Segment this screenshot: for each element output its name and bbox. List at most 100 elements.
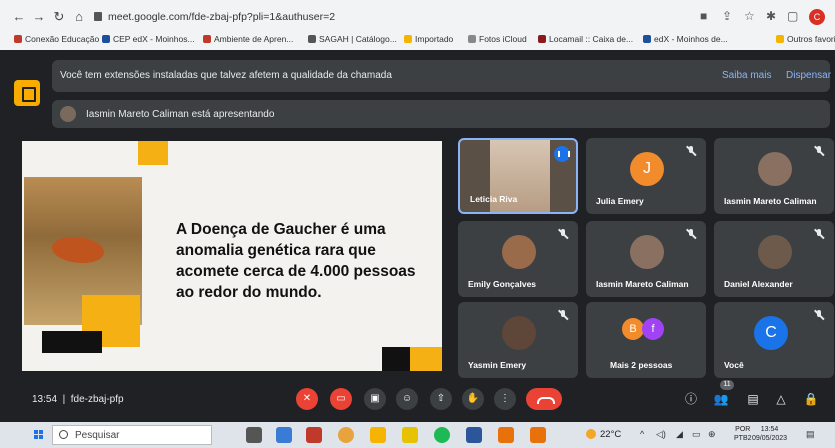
forward-icon[interactable]: → [30, 8, 48, 26]
address-bar[interactable]: meet.google.com/fde-zbaj-pfp?pli=1&authu… [94, 7, 694, 27]
avatar: J [630, 152, 664, 186]
more-options-button[interactable]: ⋮ [494, 388, 516, 410]
back-icon[interactable]: ← [10, 8, 28, 26]
tray-chevron-icon[interactable]: ^ [640, 429, 644, 439]
star-icon[interactable]: ☆ [744, 9, 755, 23]
chrome-icon[interactable] [338, 427, 354, 443]
app-icon[interactable] [498, 427, 514, 443]
weather-widget[interactable]: 22°C [586, 429, 621, 440]
participant-tile[interactable]: Leticia Riva [458, 138, 578, 214]
bookmark-item[interactable]: edX - Moinhos de... [643, 34, 728, 44]
bookmark-item[interactable]: SAGAH | Catálogo... [308, 34, 397, 44]
learn-more-link[interactable]: Saiba mais [722, 70, 771, 81]
mic-off-icon [558, 229, 568, 239]
banner-message: Você tem extensões instaladas que talvez… [60, 70, 392, 81]
window-icon[interactable]: ▢ [787, 9, 798, 23]
slide-text: A Doença de Gaucher é uma anomalia genét… [176, 221, 416, 301]
presenting-bar: Iasmin Mareto Caliman está apresentando [52, 100, 830, 128]
dismiss-button[interactable]: Dispensar [786, 70, 831, 81]
clock-time: 13:54 [760, 426, 779, 433]
bookmark-item[interactable]: Fotos iCloud [468, 34, 527, 44]
more-people-tile[interactable]: B f Mais 2 pessoas [586, 302, 706, 378]
self-tile[interactable]: C Você [714, 302, 834, 378]
app-tray-icon[interactable]: ⊕ [708, 429, 716, 440]
app-icon[interactable] [402, 427, 418, 443]
app-icon[interactable] [530, 427, 546, 443]
windows-start-icon[interactable] [34, 430, 44, 440]
extensions-icon[interactable]: ✱ [766, 9, 776, 23]
app-icon[interactable] [306, 427, 322, 443]
network-icon[interactable]: ◢ [676, 429, 683, 440]
bookmark-item[interactable]: Locamail :: Caixa de... [538, 34, 633, 44]
battery-icon[interactable]: ▭ [692, 429, 701, 440]
avatar: f [642, 318, 664, 340]
taskbar: Pesquisar 22°C ^ ◁) ◢ ▭ ⊕ POR PTB2 13:54 0… [0, 422, 835, 448]
chat-icon[interactable]: ▤ [744, 390, 762, 408]
clock-date: 09/05/2023 [752, 435, 788, 442]
search-icon [59, 430, 68, 439]
present-button[interactable]: ⇧ [430, 388, 452, 410]
bookmark-item[interactable]: Ambiente de Apren... [203, 34, 293, 44]
extension-warning-icon[interactable] [14, 80, 40, 106]
participant-tile[interactable]: Iasmin Mareto Caliman [714, 138, 834, 214]
avatar [630, 235, 664, 269]
spotify-icon[interactable] [434, 427, 450, 443]
folder-icon [776, 35, 784, 43]
presenting-label: Iasmin Mareto Caliman está apresentando [86, 109, 275, 120]
participant-name: Daniel Alexander [724, 279, 793, 289]
raise-hand-button[interactable]: ✋ [462, 388, 484, 410]
meeting-code: fde-zbaj-pfp [70, 394, 124, 405]
reload-icon[interactable]: ↻ [50, 8, 68, 26]
info-icon[interactable]: ⓘ [682, 390, 700, 408]
mic-off-icon [814, 310, 824, 320]
participant-name: Leticia Riva [470, 194, 518, 204]
share-icon[interactable]: ⇪ [722, 9, 732, 23]
mic-off-icon: ✕ [302, 393, 312, 404]
home-icon[interactable]: ⌂ [70, 8, 88, 26]
reactions-button[interactable]: ☺ [396, 388, 418, 410]
profile-avatar[interactable]: C [809, 9, 825, 25]
people-icon[interactable]: 👥 [712, 390, 730, 408]
decor-square [410, 347, 442, 371]
participant-name: Yasmin Emery [468, 360, 527, 370]
participant-name: Você [724, 360, 744, 370]
participant-tile[interactable]: Yasmin Emery [458, 302, 578, 378]
participant-tile[interactable]: Emily Gonçalves [458, 221, 578, 297]
bookmark-item[interactable]: Outros favoritos [776, 34, 835, 44]
mic-toggle-button[interactable]: ✕ [296, 388, 318, 410]
bookmark-item[interactable]: Importado [404, 34, 453, 44]
end-call-button[interactable] [526, 388, 562, 410]
hand-icon: ✋ [466, 393, 480, 404]
participant-tile[interactable]: Daniel Alexander [714, 221, 834, 297]
word-icon[interactable] [466, 427, 482, 443]
avatar [502, 316, 536, 350]
camera-off-icon: ▭ [336, 393, 346, 404]
language-indicator[interactable]: POR PTB2 [734, 425, 752, 443]
avatar [758, 235, 792, 269]
task-view-icon[interactable] [246, 427, 262, 443]
camera-toggle-button[interactable]: ▭ [330, 388, 352, 410]
volume-icon[interactable]: ◁) [656, 429, 666, 440]
lang-code: POR [735, 426, 751, 433]
avatar: B [622, 318, 644, 340]
app-icon[interactable] [276, 427, 292, 443]
avatar: C [754, 316, 788, 350]
bookmark-item[interactable]: Conexão Educação [14, 34, 99, 44]
mic-off-icon [558, 310, 568, 320]
decor-square [138, 141, 168, 165]
notifications-icon[interactable]: ▤ [806, 429, 815, 440]
bookmarks-bar: Conexão Educação CEP edX - Moinhos... Am… [0, 30, 835, 50]
bookmark-icon [538, 35, 546, 43]
extensions-banner: Você tem extensões instaladas que talvez… [52, 60, 831, 92]
taskbar-search[interactable]: Pesquisar [52, 425, 212, 445]
camera-indicator-icon[interactable]: ■ [700, 9, 707, 23]
captions-button[interactable]: ▣ [364, 388, 386, 410]
bookmark-item[interactable]: CEP edX - Moinhos... [102, 34, 195, 44]
host-controls-icon[interactable]: 🔒 [802, 390, 820, 408]
file-explorer-icon[interactable] [370, 427, 386, 443]
participant-tile[interactable]: Iasmin Mareto Caliman [586, 221, 706, 297]
activities-icon[interactable]: △ [772, 390, 790, 408]
participant-tile[interactable]: J Julia Emery [586, 138, 706, 214]
bookmark-icon [308, 35, 316, 43]
clock[interactable]: 13:54 09/05/2023 [752, 425, 787, 443]
